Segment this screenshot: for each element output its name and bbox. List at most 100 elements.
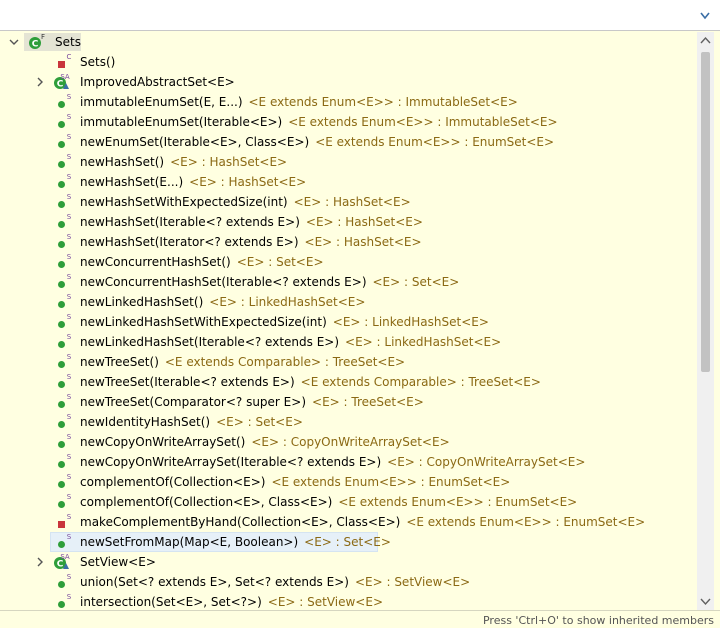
public-method-icon: S [58,373,72,388]
tree-item-label: complementOf(Collection<E>) <E extends En… [80,472,510,492]
tree-item-label: newLinkedHashSetWithExpectedSize(int) <E>… [80,312,489,332]
tree-item-label: newHashSet() <E> : HashSet<E> [80,152,287,172]
svg-text:S: S [67,173,72,181]
member-return-type: <E extends Enum<E>> : EnumSet<E> [271,475,511,489]
tree-item-label: newLinkedHashSet(Iterable<? extends E>) <… [80,332,501,352]
member-return-type: <E> : HashSet<E> [189,175,307,189]
filter-input[interactable] [0,0,690,30]
public-method-icon: S [58,113,72,128]
member-signature: newLinkedHashSet(Iterable<? extends E>) [80,335,340,349]
svg-text:S: S [67,353,72,361]
tree-root-label: Sets [55,35,81,49]
svg-text:S: S [67,113,72,121]
member-signature: newIdentityHashSet() [80,415,211,429]
public-method-icon: S [58,353,72,368]
member-return-type: <E> : LinkedHashSet<E> [332,315,489,329]
tree-item-label: complementOf(Collection<E>, Class<E>) <E … [80,492,577,512]
member-signature: SetView<E> [80,555,156,569]
member-return-type: <E> : Set<E> [372,275,460,289]
svg-text:S: S [67,293,72,301]
tree-item-label: SetView<E> [80,552,156,572]
svg-text:S: S [67,533,72,541]
chevron-right-icon[interactable] [34,72,46,92]
public-method-icon: S [58,533,72,548]
member-return-type: <E extends Enum<E>> : EnumSet<E> [338,495,578,509]
public-method-icon: S [58,253,72,268]
member-return-type: <E> : HashSet<E> [170,155,288,169]
svg-text:S: S [67,433,72,441]
svg-text:S: S [67,453,72,461]
svg-text:C: C [57,80,64,90]
public-method-icon: S [58,413,72,428]
member-return-type: <E> : SetView<E> [267,595,384,609]
status-bar: Press 'Ctrl+O' to show inherited members [0,610,720,628]
scroll-down-icon[interactable] [697,593,714,610]
member-return-type: <E> : CopyOnWriteArraySet<E> [251,435,450,449]
member-signature: newTreeSet(Iterable<? extends E>) [80,375,295,389]
member-signature: newTreeSet(Comparator<? super E>) [80,395,307,409]
public-method-icon: S [58,473,72,488]
member-return-type: <E> : LinkedHashSet<E> [209,295,366,309]
public-method-icon: S [58,393,72,408]
member-return-type: <E extends Enum<E>> : EnumSet<E> [406,515,646,529]
svg-text:C: C [57,560,64,570]
public-method-icon: S [58,493,72,508]
svg-text:S: S [67,593,72,601]
public-method-icon: S [58,453,72,468]
member-signature: complementOf(Collection<E>, Class<E>) [80,495,333,509]
member-return-type: <E extends Enum<E>> : EnumSet<E> [315,135,555,149]
member-signature: makeComplementByHand(Collection<E>, Clas… [80,515,401,529]
member-signature: newHashSetWithExpectedSize(int) [80,195,288,209]
tree-item-label: newTreeSet(Comparator<? super E>) <E> : T… [80,392,424,412]
svg-text:S: S [67,373,72,381]
public-method-icon: S [58,333,72,348]
public-method-icon: S [58,313,72,328]
tree-item-label: ImprovedAbstractSet<E> [80,72,235,92]
tree-item-label: newTreeSet() <E extends Comparable> : Tre… [80,352,405,372]
scroll-up-icon[interactable] [697,32,714,49]
tree-item-label: union(Set<? extends E>, Set<? extends E>… [80,572,470,592]
member-signature: newConcurrentHashSet(Iterable<? extends … [80,275,367,289]
tree-item-label: Sets() [80,52,115,72]
svg-text:S: S [67,333,72,341]
class-icon: C F [29,33,45,50]
member-signature: complementOf(Collection<E>) [80,475,266,489]
public-method-icon: S [58,213,72,228]
member-signature: intersection(Set<E>, Set<?>) [80,595,262,609]
member-signature: Sets() [80,55,116,69]
member-signature: newCopyOnWriteArraySet(Iterable<? extend… [80,455,382,469]
member-signature: newSetFromMap(Map<E, Boolean>) [80,535,299,549]
tree-item-label: newHashSetWithExpectedSize(int) <E> : Has… [80,192,411,212]
member-return-type: <E extends Comparable> : TreeSet<E> [164,355,406,369]
svg-text:S: S [67,473,72,481]
public-method-icon: S [58,293,72,308]
vertical-scrollbar[interactable] [697,32,714,610]
svg-text:S: S [67,93,72,101]
tree-item-label: intersection(Set<E>, Set<?>) <E> : SetVie… [80,592,383,610]
svg-text:C: C [32,40,39,50]
member-signature: newHashSet(Iterator<? extends E>) [80,235,299,249]
member-signature: newTreeSet() [80,355,159,369]
member-signature: newHashSet(E...) [80,175,184,189]
member-signature: immutableEnumSet(E, E...) [80,95,243,109]
chevron-down-icon[interactable] [700,12,710,20]
svg-text:S: S [67,253,72,261]
public-method-icon: S [58,433,72,448]
chevron-down-icon[interactable] [8,32,20,52]
svg-text:S: S [67,573,72,581]
tree-item-label: newCopyOnWriteArraySet(Iterable<? extend… [80,452,585,472]
scrollbar-thumb[interactable] [701,52,710,372]
member-return-type: <E> : Set<E> [236,255,324,269]
private-constructor-icon: C [58,53,72,68]
member-return-type: <E> : HashSet<E> [305,215,423,229]
outline-tree[interactable]: C F Sets C Sets() C SA ImprovedAbstractSet<E… [0,32,697,610]
tree-item-label: newCopyOnWriteArraySet() <E> : CopyOnWrit… [80,432,450,452]
inner-class-icon: CSA [54,73,70,90]
member-signature: newLinkedHashSet() [80,295,204,309]
tree-item-label: immutableEnumSet(Iterable<E>) <E extends … [80,112,558,132]
member-return-type: <E> : LinkedHashSet<E> [345,335,502,349]
chevron-right-icon[interactable] [34,552,46,572]
member-return-type: <E> : HashSet<E> [304,235,422,249]
tree-item-label: newHashSet(Iterator<? extends E>) <E> : H… [80,232,422,252]
public-method-icon: S [58,93,72,108]
